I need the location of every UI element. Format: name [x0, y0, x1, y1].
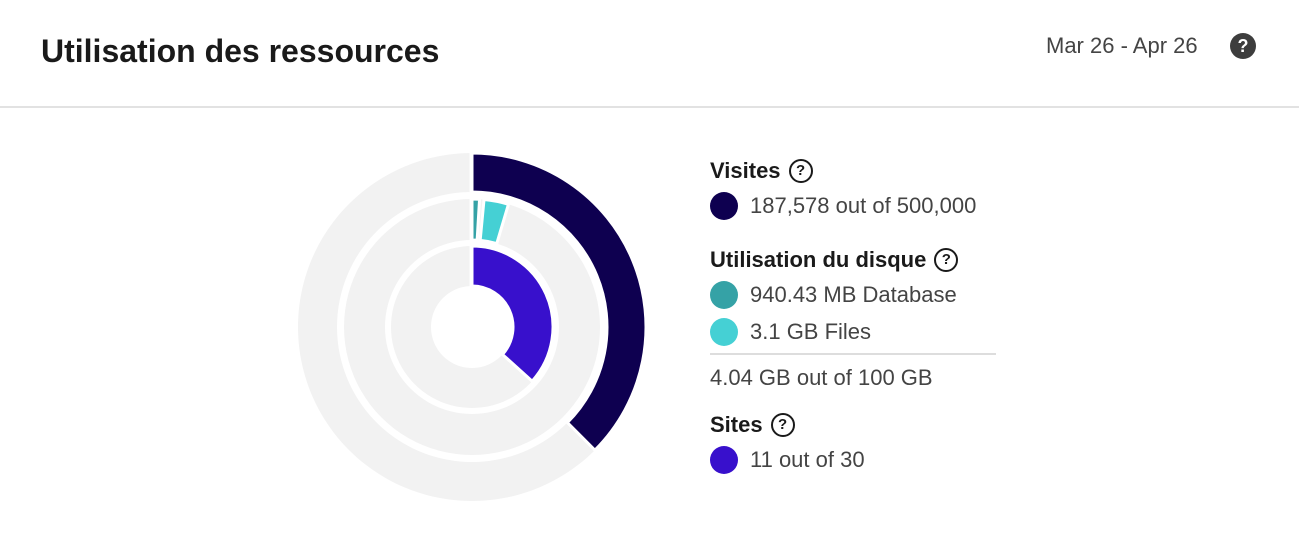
sites-title: Sites	[710, 412, 763, 437]
files-value: 3.1 GB Files	[750, 318, 872, 344]
resource-donut-chart	[297, 145, 648, 501]
legend-sites-heading: Sites?	[710, 409, 1000, 441]
help-icon[interactable]: ?	[1230, 33, 1256, 59]
sites-color-dot	[710, 445, 738, 474]
page-title: Utilisation des ressources	[41, 33, 440, 69]
legend-item-database: 940.43 MB Database	[710, 276, 1000, 313]
date-range[interactable]: Mar 26 - Apr 26	[1046, 33, 1198, 59]
sites-value: 11 out of 30	[750, 446, 865, 472]
visits-title: Visites	[710, 158, 781, 183]
help-icon[interactable]: ?	[934, 248, 959, 272]
legend-item-visits: 187,578 out of 500,000	[710, 187, 1000, 224]
legend-disk-heading: Utilisation du disque?	[710, 244, 1000, 276]
ring-segment-database[interactable]	[470, 197, 482, 242]
legend-item-files: 3.1 GB Files	[710, 313, 1000, 350]
database-color-dot	[710, 280, 738, 309]
visits-value: 187,578 out of 500,000	[750, 192, 977, 218]
help-icon[interactable]: ?	[770, 413, 795, 437]
files-color-dot	[710, 317, 738, 346]
database-value: 940.43 MB Database	[750, 281, 957, 307]
visits-color-dot	[710, 191, 738, 220]
help-icon[interactable]: ?	[788, 159, 813, 183]
legend-visits-heading: Visites?	[710, 155, 1000, 187]
disk-title: Utilisation du disque	[710, 247, 927, 272]
legend-item-sites: 11 out of 30	[710, 441, 1000, 478]
card-header: Utilisation des ressources Mar 26 - Apr …	[0, 0, 1299, 108]
legend: Visites? 187,578 out of 500,000 Utilisat…	[710, 155, 1000, 478]
disk-total: 4.04 GB out of 100 GB	[710, 365, 933, 390]
